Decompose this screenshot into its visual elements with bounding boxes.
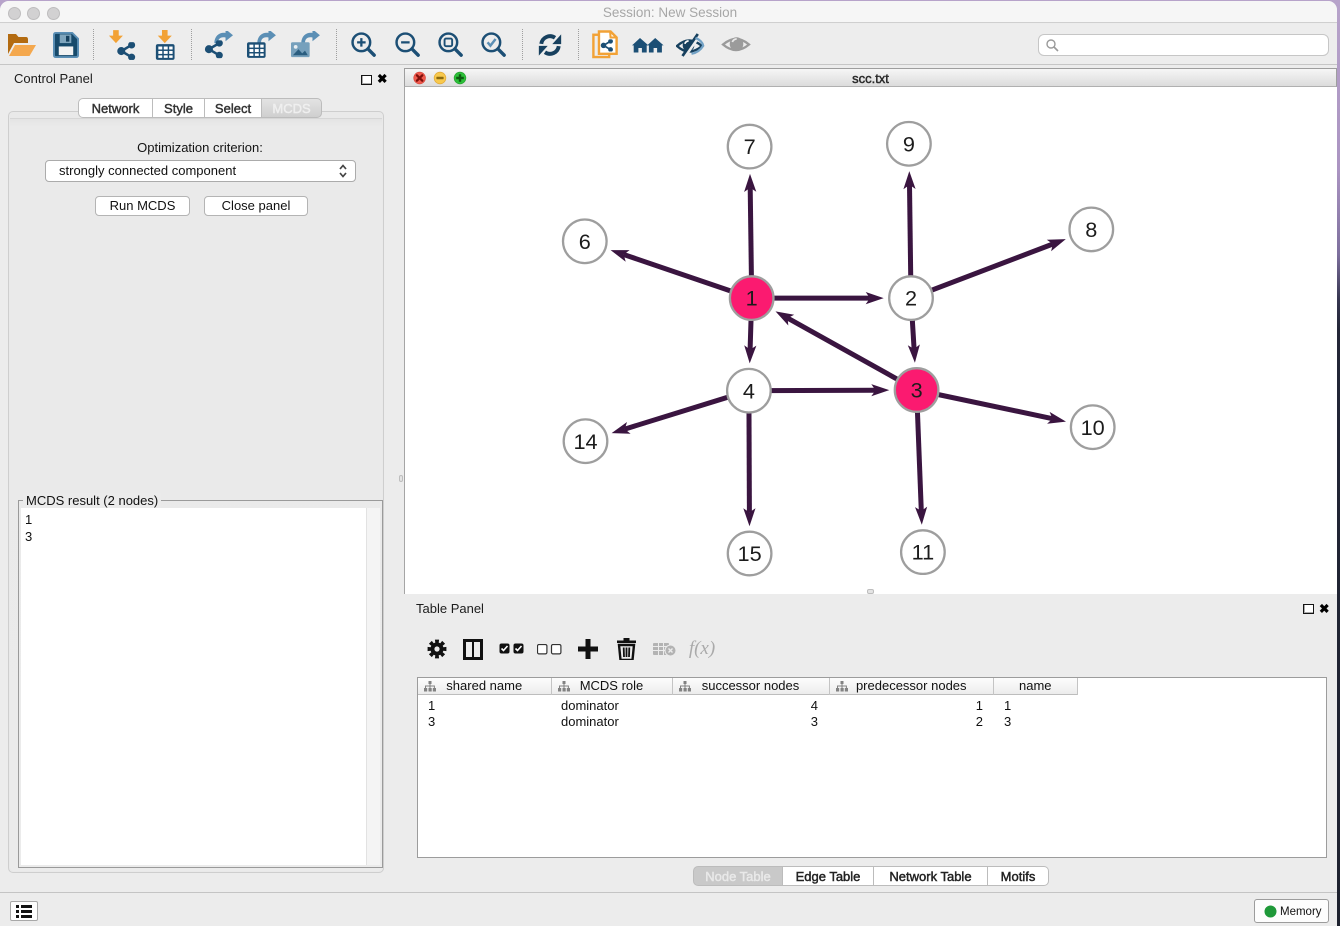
svg-text:6: 6 [579,229,591,254]
svg-text:2: 2 [905,286,917,311]
svg-text:11: 11 [912,540,935,565]
svg-text:10: 10 [1081,415,1105,440]
svg-text:9: 9 [903,131,915,156]
svg-text:8: 8 [1085,217,1097,242]
svg-text:3: 3 [911,378,923,403]
svg-text:14: 14 [573,429,597,454]
svg-text:4: 4 [743,378,755,403]
svg-text:7: 7 [744,134,756,159]
svg-text:15: 15 [738,541,762,566]
svg-text:1: 1 [746,286,758,311]
